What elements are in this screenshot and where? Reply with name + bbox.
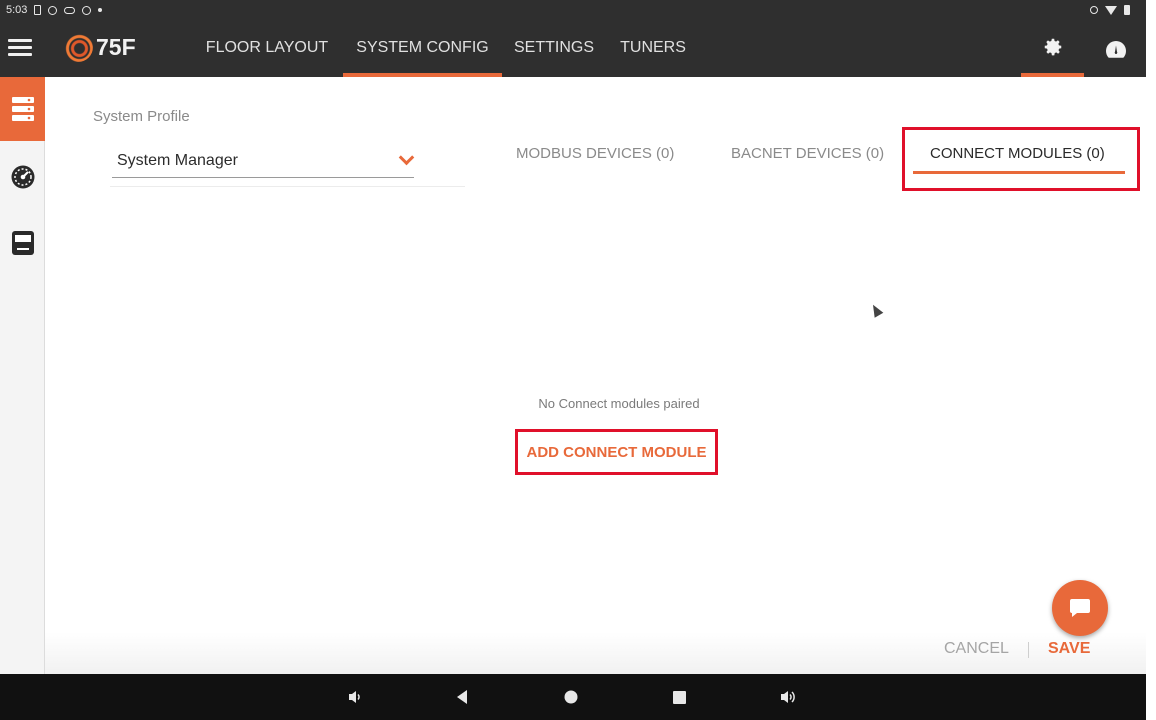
logo: 75F [63, 32, 136, 62]
left-rail [0, 77, 45, 674]
system-nav-bar [0, 674, 1146, 720]
logo-text: 75F [96, 33, 136, 60]
rail-item-thermostat[interactable] [0, 211, 45, 275]
add-connect-module-button[interactable]: ADD CONNECT MODULE [515, 429, 718, 475]
home-icon[interactable] [556, 682, 586, 712]
divider [110, 186, 465, 187]
battery-icon [1124, 5, 1130, 15]
status-bar: 5:03 [0, 0, 1146, 20]
profile-value: System Manager [117, 152, 238, 169]
gear-icon[interactable] [1021, 20, 1084, 77]
chat-button[interactable] [1052, 580, 1108, 636]
cloud-icon [64, 6, 76, 14]
system-icon [11, 97, 34, 121]
chat-icon [1070, 599, 1090, 617]
tab-floor-layout[interactable]: FLOOR LAYOUT [200, 20, 334, 77]
sync-icon [82, 5, 92, 15]
wifi-icon [1105, 5, 1117, 15]
profile-label: System Profile [93, 108, 190, 125]
save-button[interactable]: SAVE [1048, 640, 1090, 658]
tab-bacnet-devices[interactable]: BACNET DEVICES (0) [731, 145, 884, 162]
vibrate-off-icon [1090, 6, 1098, 14]
mouse-cursor-icon [868, 302, 884, 318]
tab-tuners[interactable]: TUNERS [612, 20, 694, 77]
dashboard-icon[interactable] [1097, 20, 1135, 77]
rail-item-system[interactable] [0, 77, 45, 141]
tab-system-config[interactable]: SYSTEM CONFIG [343, 20, 502, 77]
profile-select[interactable]: System Manager [112, 146, 415, 178]
rail-item-gauge[interactable] [0, 145, 45, 209]
app-bar: 75F FLOOR LAYOUT SYSTEM CONFIG SETTINGS … [0, 20, 1146, 77]
recents-icon[interactable] [664, 682, 694, 712]
back-icon[interactable] [447, 682, 477, 712]
alarm-icon [48, 5, 58, 15]
clock: 5:03 [6, 4, 28, 16]
highlight-box [902, 127, 1140, 191]
logo-mark-icon [63, 32, 93, 62]
volume-down-icon[interactable] [340, 682, 370, 712]
footer-separator [1028, 642, 1029, 658]
menu-icon[interactable] [8, 39, 32, 57]
notification-dot-icon [98, 8, 103, 12]
thermostat-icon [11, 231, 34, 255]
storage-icon [34, 5, 42, 15]
chevron-down-icon [398, 149, 415, 166]
cancel-button[interactable]: CANCEL [944, 640, 1009, 658]
tab-modbus-devices[interactable]: MODBUS DEVICES (0) [516, 145, 674, 162]
screen: 5:03 75F FLOOR LAYOUT SYSTEM CONFIG SETT… [0, 0, 1156, 720]
screen-edge [1146, 0, 1156, 720]
volume-up-icon[interactable] [773, 682, 803, 712]
tab-settings[interactable]: SETTINGS [508, 20, 600, 77]
gauge-icon [11, 165, 34, 189]
empty-state-message: No Connect modules paired [538, 396, 700, 411]
